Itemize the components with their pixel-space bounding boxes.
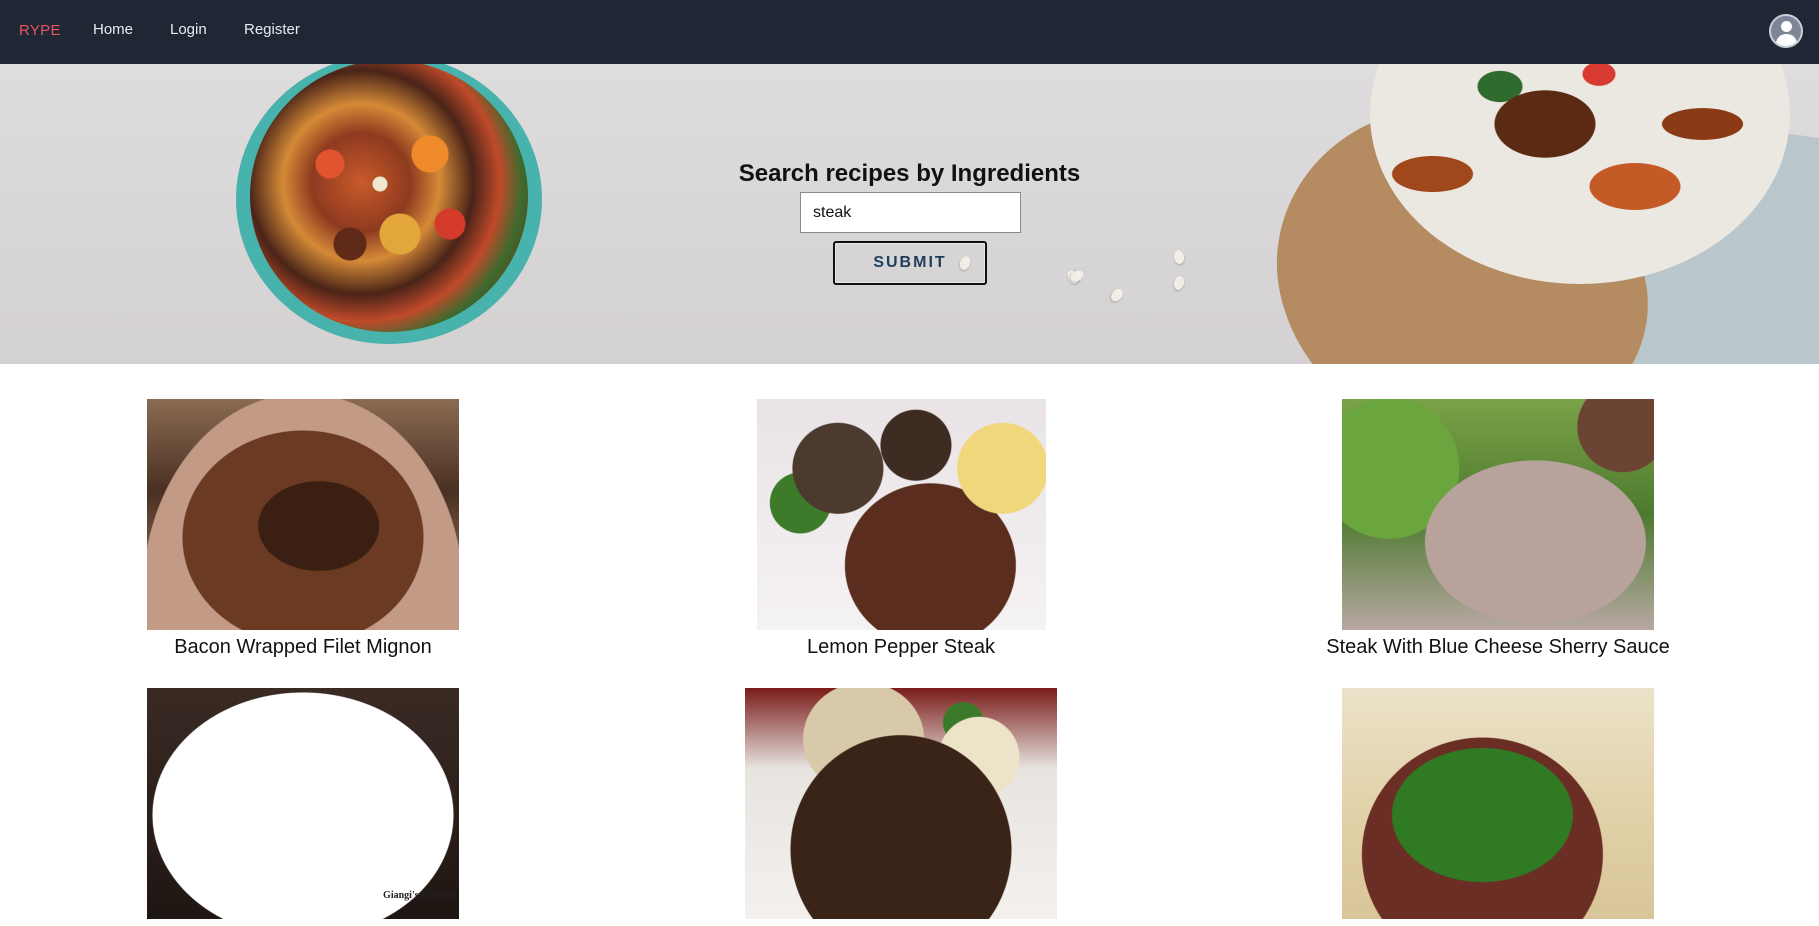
- search-heading: Search recipes by Ingredients: [738, 160, 1081, 187]
- recipe-image[interactable]: Giangi's Kitchen: [147, 688, 459, 919]
- recipe-title[interactable]: Lemon Pepper Steak: [601, 635, 1201, 659]
- recipe-image[interactable]: [745, 688, 1057, 919]
- brand-logo-link[interactable]: RYPE: [19, 22, 61, 39]
- recipe-image[interactable]: [147, 399, 459, 630]
- recipe-image[interactable]: [756, 399, 1046, 630]
- avatar-body-shape: [1776, 34, 1797, 46]
- recipe-title[interactable]: Bacon Wrapped Filet Mignon: [3, 635, 603, 659]
- user-avatar-icon[interactable]: [1769, 14, 1803, 48]
- recipe-card[interactable]: Bacon Wrapped Filet Mignon: [3, 399, 603, 659]
- nav-register-link[interactable]: Register: [244, 21, 300, 38]
- recipe-card[interactable]: [1198, 688, 1798, 924]
- avatar-head-shape: [1781, 21, 1792, 32]
- seed-decoration: [1172, 249, 1186, 265]
- recipe-card[interactable]: Giangi's Kitchen: [3, 688, 603, 924]
- seed-decoration: [1108, 286, 1126, 304]
- hero-bowl-vegetables-decoration: [290, 104, 490, 304]
- recipe-image[interactable]: [1342, 399, 1654, 630]
- nav-login-link[interactable]: Login: [170, 21, 207, 38]
- submit-button[interactable]: SUBMIT: [833, 241, 987, 285]
- recipe-card[interactable]: Lemon Pepper Steak: [601, 399, 1201, 659]
- top-navbar: RYPE Home Login Register: [0, 0, 1819, 64]
- ingredient-search-input[interactable]: [800, 192, 1021, 233]
- seed-decoration: [1172, 274, 1186, 292]
- recipe-title[interactable]: Steak With Blue Cheese Sherry Sauce: [1198, 635, 1798, 659]
- nav-home-link[interactable]: Home: [93, 21, 133, 38]
- image-watermark: Giangi's Kitchen: [383, 890, 455, 901]
- recipe-image[interactable]: [1342, 688, 1654, 919]
- recipe-card[interactable]: [601, 688, 1201, 924]
- recipe-card[interactable]: Steak With Blue Cheese Sherry Sauce: [1198, 399, 1798, 659]
